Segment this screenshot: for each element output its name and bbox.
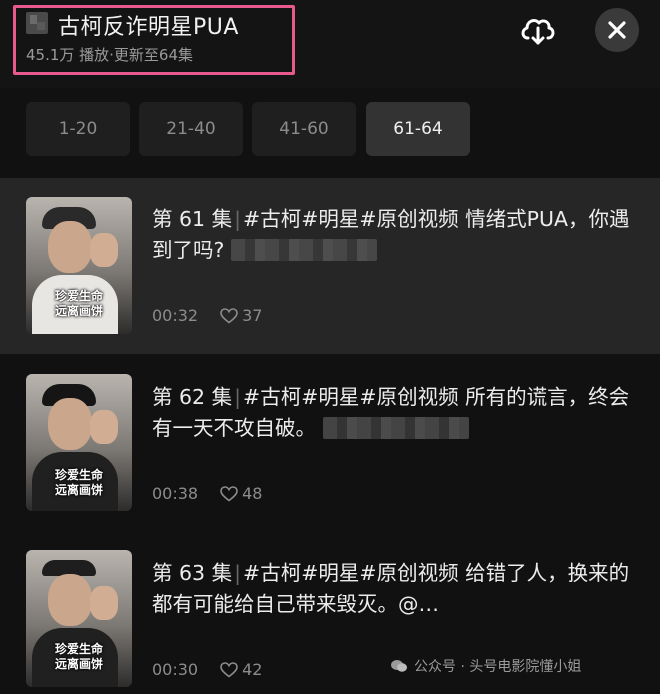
heart-icon [220,661,238,678]
collection-header: 古柯反诈明星PUA 45.1万 播放·更新至64集 [0,0,660,88]
episode-title: 第 61 集|#古柯#明星#原创视频 情绪式PUA，你遇到了吗? [152,207,630,262]
close-icon [608,21,626,39]
range-tab-1-20[interactable]: 1-20 [26,102,130,156]
episode-duration: 00:32 [152,306,199,325]
range-tab-41-60[interactable]: 41-60 [252,102,356,156]
thumbnail-caption: 珍爱生命 远离画饼 [54,642,103,671]
episode-item-61[interactable]: 珍爱生命 远离画饼 第 61 集|#古柯#明星#原创视频 情绪式PUA，你遇到了… [0,178,660,354]
cloud-download-icon [521,19,555,45]
episode-thumbnail: 珍爱生命 远离画饼 [26,374,132,511]
episode-likes: 48 [220,484,262,503]
watermark: 公众号 · 头号电影院懂小姐 [390,656,581,676]
episode-range-tabs: 1-20 21-40 41-60 61-64 [26,102,646,158]
range-tab-61-64[interactable]: 61-64 [366,102,470,156]
episode-thumbnail: 珍爱生命 远离画饼 [26,197,132,334]
episode-likes: 37 [220,306,262,325]
annotation-highlight-box [13,5,295,75]
episode-item-62[interactable]: 珍爱生命 远离画饼 第 62 集|#古柯#明星#原创视频 所有的谎言，终会有一天… [0,354,660,530]
heart-icon [220,307,238,324]
episode-duration: 00:30 [152,660,199,679]
episode-likes: 42 [220,660,262,679]
wechat-icon [391,660,407,672]
close-button[interactable] [595,8,639,52]
heart-icon [220,485,238,502]
episode-title: 第 62 集|#古柯#明星#原创视频 所有的谎言，终会有一天不攻自破。 [152,385,630,440]
episode-thumbnail: 珍爱生命 远离画饼 [26,550,132,687]
episode-stats: 00:30 42 [152,660,262,679]
blurred-text [322,417,469,439]
episode-stats: 00:32 37 [152,306,262,325]
thumbnail-caption: 珍爱生命 远离画饼 [54,468,103,497]
blurred-text [230,239,377,261]
thumbnail-caption: 珍爱生命 远离画饼 [54,289,103,318]
episode-duration: 00:38 [152,484,199,503]
download-button[interactable] [518,12,558,48]
episode-stats: 00:38 48 [152,484,262,503]
range-tab-21-40[interactable]: 21-40 [139,102,243,156]
episode-title: 第 63 集|#古柯#明星#原创视频 给错了人，换来的都有可能给自己带来毁灭。@… [152,561,630,616]
